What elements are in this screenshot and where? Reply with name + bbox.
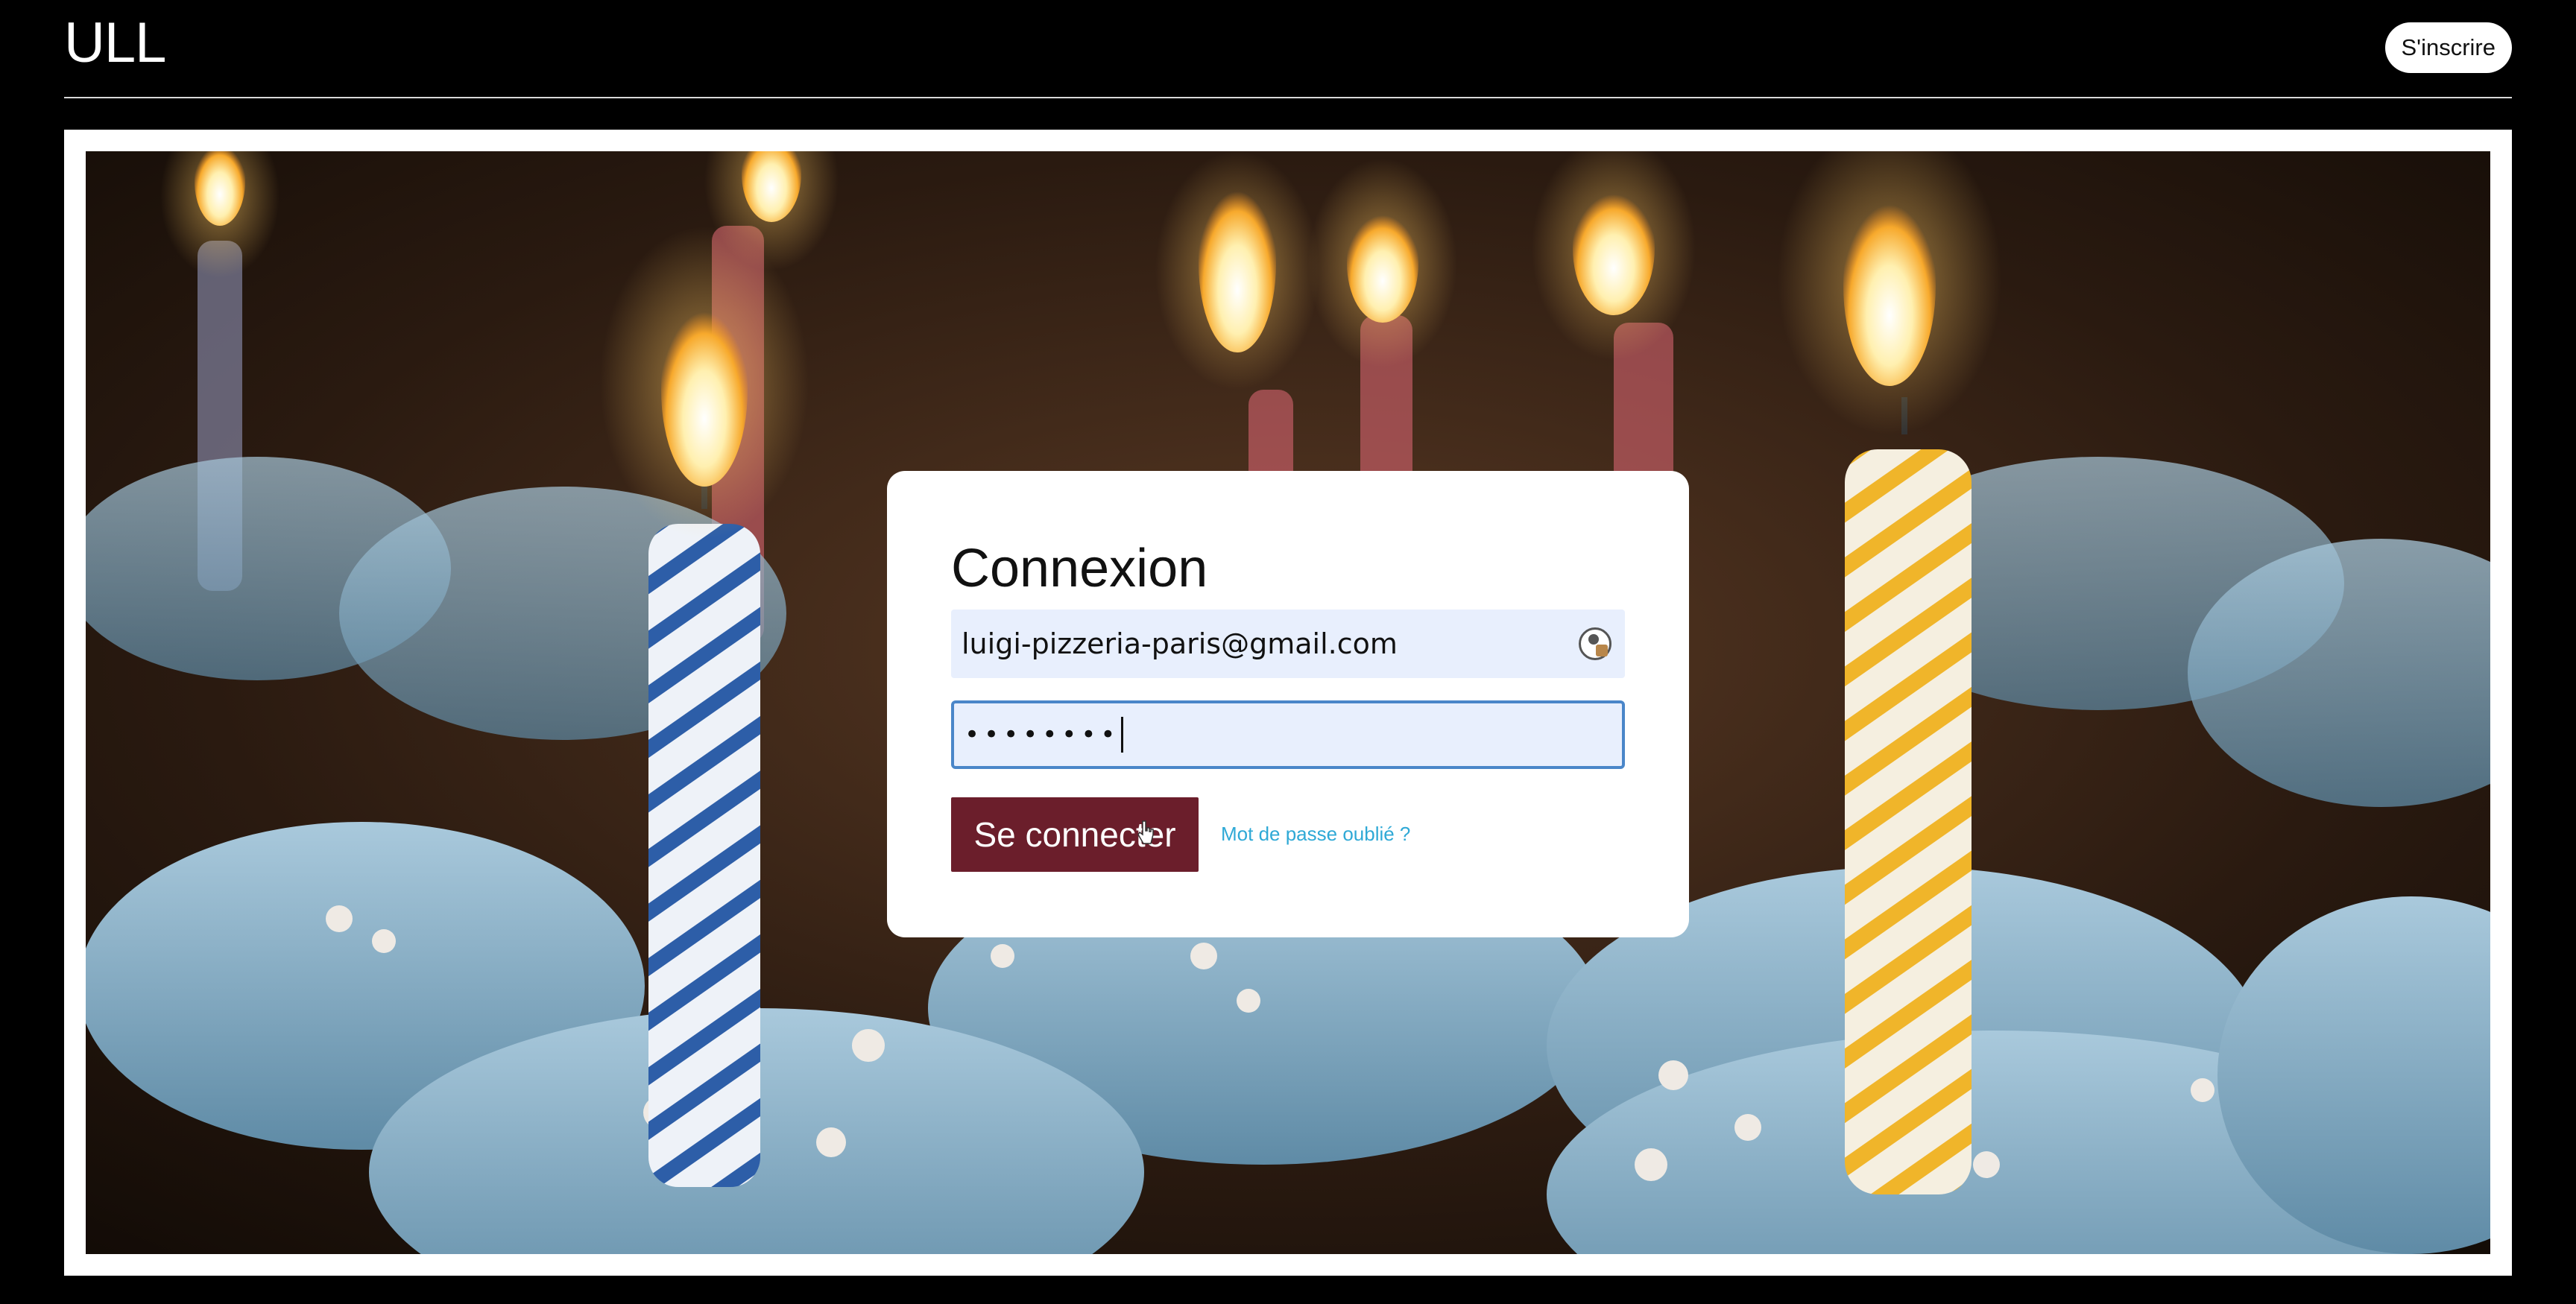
signup-button[interactable]: S'inscrire	[2384, 22, 2512, 73]
site-logo[interactable]: ULL	[64, 10, 166, 75]
login-button[interactable]: Se connecter	[951, 797, 1199, 872]
password-field[interactable]: ••••••••	[951, 700, 1625, 769]
page: ULL S'inscrire Connexion luigi-pizzeria-…	[0, 0, 2576, 1304]
password-value: ••••••••	[965, 720, 1120, 750]
site-header: ULL S'inscrire	[64, 0, 2512, 98]
forgot-password-link[interactable]: Mot de passe oublié ?	[1221, 823, 1410, 846]
login-card: Connexion luigi-pizzeria-paris@gmail.com…	[887, 471, 1689, 937]
password-manager-icon[interactable]	[1579, 627, 1611, 660]
login-title: Connexion	[951, 539, 1208, 598]
text-caret	[1121, 717, 1124, 753]
email-value: luigi-pizzeria-paris@gmail.com	[962, 627, 1398, 660]
email-field[interactable]: luigi-pizzeria-paris@gmail.com	[951, 610, 1625, 678]
hand-cursor-icon	[1137, 820, 1154, 844]
